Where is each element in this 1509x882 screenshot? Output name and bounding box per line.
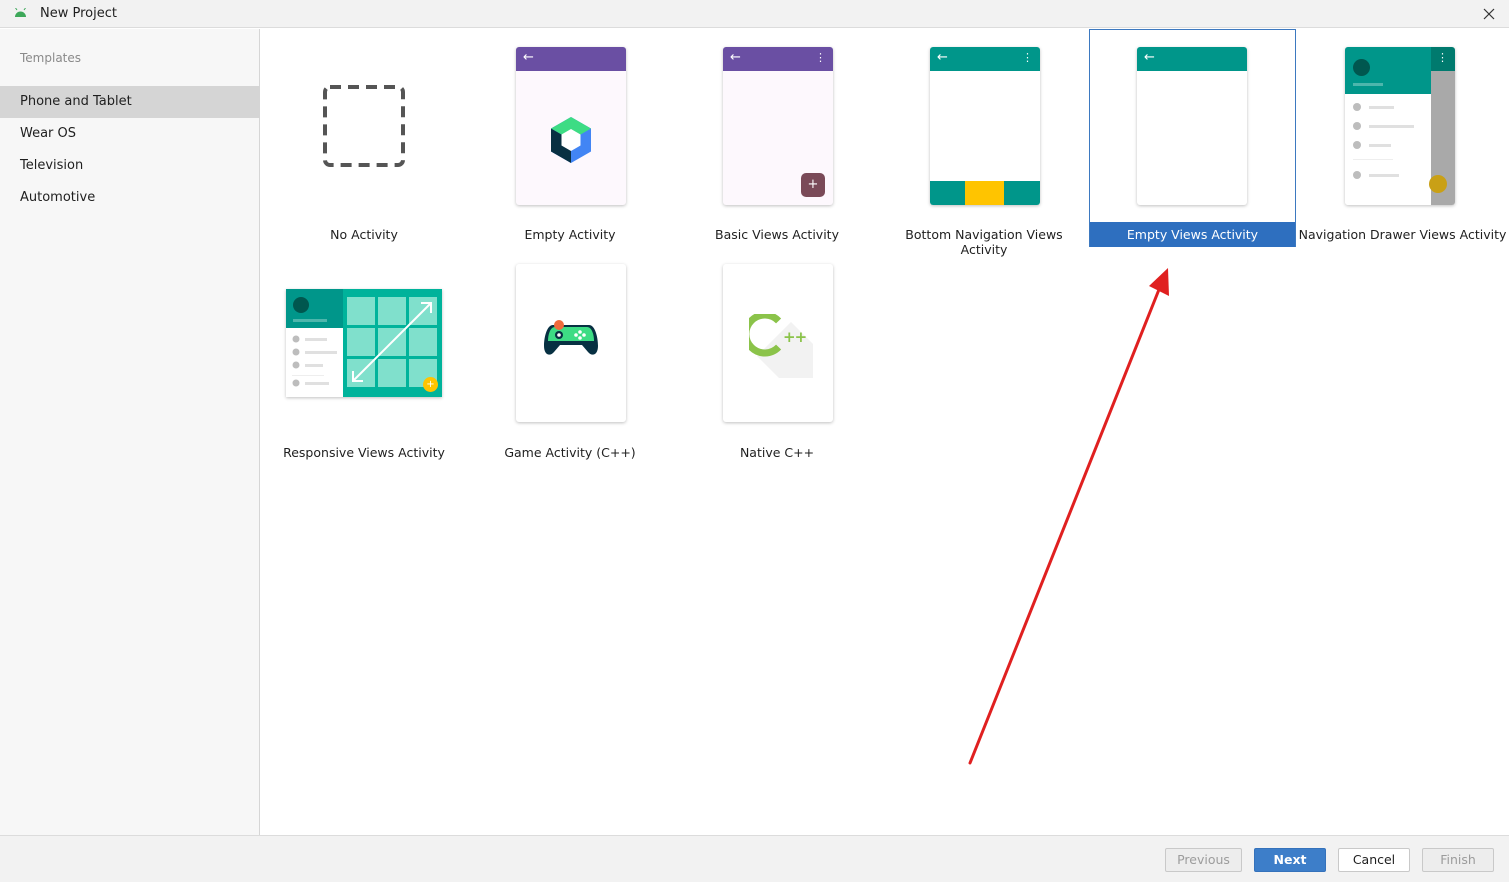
- template-label: Responsive Views Activity: [283, 445, 445, 460]
- templates-grid: No Activity ← Empty Activity ← ⋮ + Basic…: [261, 29, 1509, 835]
- back-arrow-icon: ←: [1144, 50, 1155, 65]
- template-no-activity[interactable]: No Activity: [261, 30, 467, 248]
- template-label: Basic Views Activity: [715, 227, 839, 242]
- template-empty-activity[interactable]: ← Empty Activity: [467, 30, 673, 248]
- more-options-icon: ⋮: [815, 51, 826, 64]
- title-bar: New Project: [0, 0, 1509, 28]
- template-basic-views-activity[interactable]: ← ⋮ + Basic Views Activity: [674, 30, 880, 248]
- phone-preview: ← ⋮ +: [723, 47, 833, 205]
- sidebar-item-wear-os[interactable]: Wear OS: [0, 118, 260, 150]
- bottom-navigation-bar: [930, 181, 1040, 205]
- more-options-icon: ⋮: [1022, 51, 1033, 64]
- more-options-icon: ⋮: [1437, 51, 1448, 64]
- templates-sidebar: Templates Phone and Tablet Wear OS Telev…: [0, 29, 260, 835]
- template-bottom-navigation-views-activity[interactable]: ← ⋮ Bottom Navigation Views Activity: [881, 30, 1087, 257]
- app-bar: ←: [516, 47, 626, 71]
- fab-icon: [1429, 175, 1447, 193]
- template-label: Bottom Navigation Views Activity: [905, 227, 1063, 257]
- list-icon: [292, 335, 337, 387]
- template-navigation-drawer-views-activity[interactable]: ⋮ Navigation Drawer Views Activity: [1296, 30, 1509, 248]
- template-game-activity-cpp[interactable]: Game Activity (C++): [467, 248, 673, 466]
- app-bar: ← ⋮: [930, 47, 1040, 71]
- resize-grid-icon: [347, 297, 437, 387]
- template-label: Game Activity (C++): [504, 445, 636, 460]
- app-bar: ←: [1137, 47, 1247, 71]
- back-arrow-icon: ←: [523, 50, 534, 65]
- back-arrow-icon: ←: [937, 50, 948, 65]
- fab-plus-icon: +: [423, 377, 438, 392]
- template-label: No Activity: [330, 227, 398, 242]
- previous-button[interactable]: Previous: [1165, 848, 1242, 872]
- phone-preview: ←: [516, 47, 626, 205]
- cpp-plus-plus-label: ++: [783, 328, 807, 346]
- fab-plus-icon: +: [801, 173, 825, 197]
- sidebar-item-television[interactable]: Television: [0, 150, 260, 182]
- cancel-button[interactable]: Cancel: [1338, 848, 1410, 872]
- tablet-preview: +: [286, 289, 442, 397]
- cpp-logo-icon: [749, 314, 813, 378]
- back-arrow-icon: ←: [730, 50, 741, 65]
- jetpack-compose-icon: [551, 117, 591, 163]
- dashed-square-icon: [323, 85, 405, 167]
- app-bar: ← ⋮: [723, 47, 833, 71]
- gamepad-icon: [544, 320, 598, 355]
- template-label: Empty Views Activity: [1090, 222, 1295, 247]
- next-button[interactable]: Next: [1254, 848, 1326, 872]
- phone-preview: ⋮: [1345, 47, 1455, 205]
- window-title: New Project: [40, 6, 117, 21]
- sidebar-section-title: Templates: [20, 51, 82, 65]
- phone-preview: ←: [1137, 47, 1247, 205]
- phone-preview: ← ⋮: [930, 47, 1040, 205]
- template-label: Native C++: [739, 445, 815, 460]
- finish-button[interactable]: Finish: [1422, 848, 1494, 872]
- sidebar-item-phone-and-tablet[interactable]: Phone and Tablet: [0, 86, 260, 118]
- dialog-footer: Previous Next Cancel Finish: [0, 835, 1509, 882]
- template-responsive-views-activity[interactable]: + Responsive Views Activity: [261, 248, 467, 466]
- close-icon: [1483, 8, 1495, 20]
- phone-preview: [516, 264, 626, 422]
- android-studio-icon: [15, 8, 26, 17]
- template-empty-views-activity[interactable]: ← Empty Views Activity: [1089, 29, 1296, 247]
- template-native-cpp[interactable]: ++ Native C++: [674, 248, 880, 466]
- drawer-list-icon: [1353, 103, 1414, 179]
- close-button[interactable]: [1479, 4, 1499, 24]
- template-label: Navigation Drawer Views Activity: [1298, 227, 1507, 242]
- sidebar-item-automotive[interactable]: Automotive: [0, 182, 260, 214]
- phone-preview: ++: [723, 264, 833, 422]
- template-label: Empty Activity: [524, 227, 616, 242]
- navigation-drawer: [1345, 47, 1431, 205]
